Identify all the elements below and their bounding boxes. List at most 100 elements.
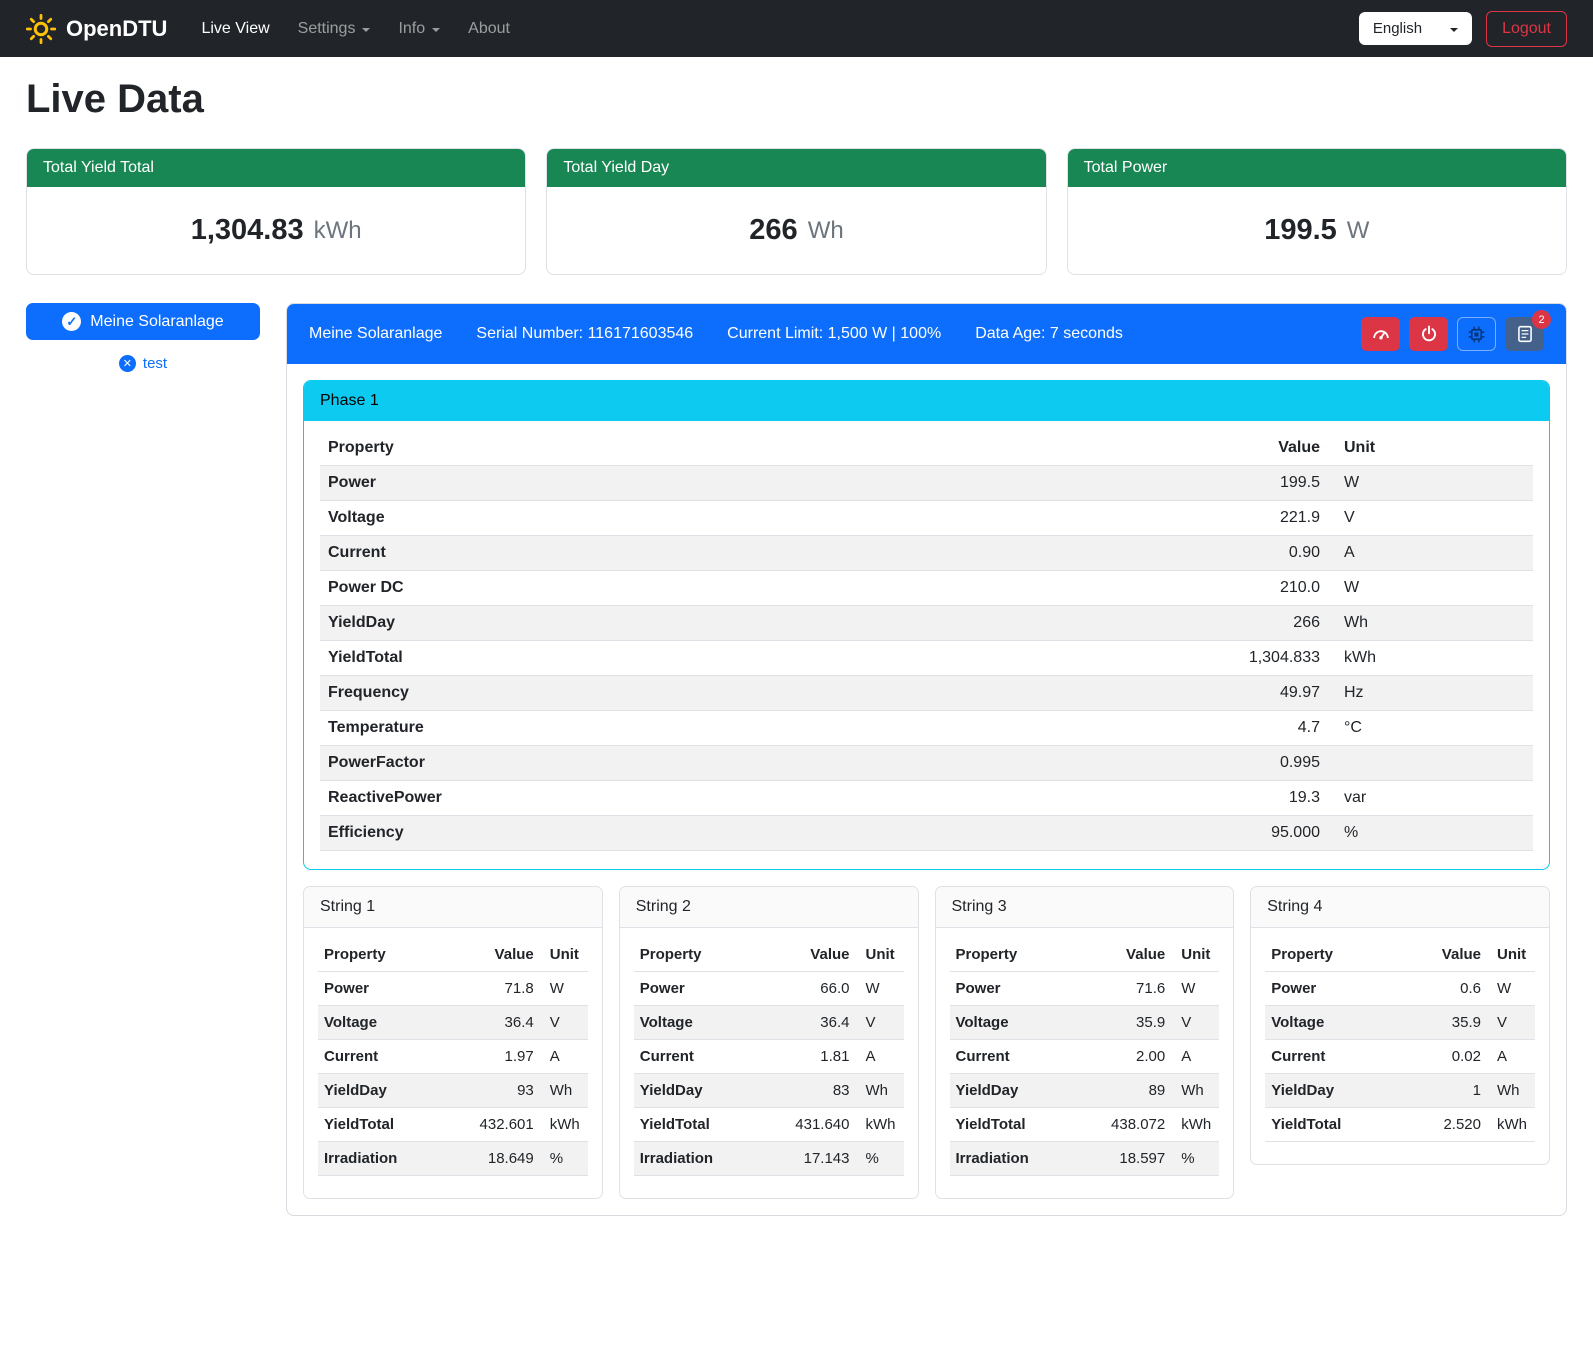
limit-settings-button[interactable] <box>1361 317 1400 351</box>
summary-card-unit: W <box>1347 217 1370 245</box>
chevron-down-icon <box>1450 28 1458 32</box>
chevron-down-icon <box>432 28 440 32</box>
table-row: Power71.6W <box>950 972 1220 1006</box>
string-table: Property Value Unit Power0.6WVoltage35.9… <box>1265 938 1535 1142</box>
table-row: YieldDay93Wh <box>318 1074 588 1108</box>
cell-property: Temperature <box>320 711 1178 746</box>
summary-card-title: Total Yield Total <box>27 149 525 187</box>
cell-unit: V <box>856 1006 904 1040</box>
cell-unit: Wh <box>1171 1074 1219 1108</box>
phase-table: Property Value Unit Power199.5WVoltage22… <box>320 431 1533 851</box>
cell-value: 0.90 <box>1178 536 1328 571</box>
cell-property: Current <box>318 1040 464 1074</box>
nav-item-settings[interactable]: Settings <box>284 12 385 46</box>
cell-value: 2.520 <box>1411 1108 1487 1142</box>
table-header-row: Property Value Unit <box>320 431 1533 466</box>
navbar: OpenDTU Live View Settings Info About En… <box>0 0 1593 57</box>
cell-property: YieldTotal <box>634 1108 780 1142</box>
table-row: Voltage36.4V <box>634 1006 904 1040</box>
string-table: Property Value Unit Power71.6WVoltage35.… <box>950 938 1220 1176</box>
cell-property: Efficiency <box>320 816 1178 851</box>
table-row: Current0.02A <box>1265 1040 1535 1074</box>
cell-unit: Wh <box>856 1074 904 1108</box>
cell-property: Irradiation <box>318 1142 464 1176</box>
cell-unit: kWh <box>1328 641 1533 676</box>
summary-card-yield-total: Total Yield Total 1,304.83 kWh <box>26 148 526 275</box>
cell-unit: A <box>1328 536 1533 571</box>
device-info-button[interactable] <box>1457 317 1496 351</box>
cell-property: Power <box>318 972 464 1006</box>
sidebar-item-test[interactable]: ✕ test <box>26 355 260 372</box>
cell-value: 210.0 <box>1178 571 1328 606</box>
cell-unit <box>1328 746 1533 781</box>
power-button[interactable] <box>1409 317 1448 351</box>
column-header-value: Value <box>1095 938 1171 972</box>
summary-card-value: 1,304.83 <box>191 214 304 247</box>
cell-unit: kWh <box>540 1108 588 1142</box>
table-row: Power71.8W <box>318 972 588 1006</box>
column-header-value: Value <box>1411 938 1487 972</box>
cell-property: Current <box>634 1040 780 1074</box>
cell-property: Power <box>1265 972 1411 1006</box>
column-header-property: Property <box>634 938 780 972</box>
cell-value: 93 <box>464 1074 540 1108</box>
cell-property: Current <box>950 1040 1096 1074</box>
string-card-body: Property Value Unit Power66.0WVoltage36.… <box>620 928 918 1198</box>
cell-unit: % <box>540 1142 588 1176</box>
cell-value: 266 <box>1178 606 1328 641</box>
column-header-value: Value <box>1178 431 1328 466</box>
inverter-serial: Serial Number: 116171603546 <box>476 325 693 343</box>
inverter-limit: Current Limit: 1,500 W | 100% <box>727 325 941 343</box>
table-row: Current0.90A <box>320 536 1533 571</box>
summary-card-yield-day: Total Yield Day 266 Wh <box>546 148 1046 275</box>
column-header-property: Property <box>950 938 1096 972</box>
string-card-title: String 3 <box>936 887 1234 928</box>
table-row: YieldDay89Wh <box>950 1074 1220 1108</box>
summary-card-body: 199.5 W <box>1068 187 1566 274</box>
cell-value: 4.7 <box>1178 711 1328 746</box>
cell-property: Voltage <box>950 1006 1096 1040</box>
cell-unit: V <box>1328 501 1533 536</box>
nav-item-label: Live View <box>201 20 269 38</box>
summary-card-total-power: Total Power 199.5 W <box>1067 148 1567 275</box>
table-row: Voltage35.9V <box>950 1006 1220 1040</box>
table-row: Power66.0W <box>634 972 904 1006</box>
inverter-panel: Meine Solaranlage Serial Number: 1161716… <box>286 303 1567 1216</box>
cell-property: Irradiation <box>950 1142 1096 1176</box>
column-header-value: Value <box>464 938 540 972</box>
table-row: Power DC210.0W <box>320 571 1533 606</box>
language-select[interactable]: English <box>1359 12 1472 45</box>
cell-property: YieldTotal <box>950 1108 1096 1142</box>
logout-button[interactable]: Logout <box>1486 11 1567 47</box>
navbar-right: English Logout <box>1359 11 1567 47</box>
cell-value: 49.97 <box>1178 676 1328 711</box>
table-row: Power199.5W <box>320 466 1533 501</box>
language-select-value: English <box>1373 20 1422 37</box>
string-card-body: Property Value Unit Power71.6WVoltage35.… <box>936 928 1234 1198</box>
cell-value: 71.6 <box>1095 972 1171 1006</box>
table-row: PowerFactor0.995 <box>320 746 1533 781</box>
string-card-4: String 4 Property Value Unit <box>1250 886 1550 1165</box>
cell-unit: Wh <box>1328 606 1533 641</box>
cell-value: 1 <box>1411 1074 1487 1108</box>
cell-unit: V <box>1487 1006 1535 1040</box>
nav-item-label: Settings <box>298 20 356 38</box>
brand[interactable]: OpenDTU <box>26 14 167 44</box>
cell-unit: V <box>540 1006 588 1040</box>
cell-unit: A <box>856 1040 904 1074</box>
cell-value: 95.000 <box>1178 816 1328 851</box>
event-log-button[interactable]: 2 <box>1505 317 1544 351</box>
nav-item-live-view[interactable]: Live View <box>187 12 283 46</box>
table-row: YieldTotal1,304.833kWh <box>320 641 1533 676</box>
phase-card: Phase 1 Property Value Unit Power199.5WV… <box>303 380 1550 870</box>
table-row: Irradiation18.649% <box>318 1142 588 1176</box>
page-title: Live Data <box>26 77 1567 122</box>
cell-unit: W <box>856 972 904 1006</box>
cell-property: YieldDay <box>950 1074 1096 1108</box>
cell-value: 431.640 <box>780 1108 856 1142</box>
nav-item-about[interactable]: About <box>454 12 524 46</box>
table-row: Voltage221.9V <box>320 501 1533 536</box>
page-container: Live Data Total Yield Total 1,304.83 kWh… <box>0 77 1593 1250</box>
nav-item-info[interactable]: Info <box>384 12 454 46</box>
sidebar-item-meine-solaranlage[interactable]: ✓ Meine Solaranlage <box>26 303 260 340</box>
